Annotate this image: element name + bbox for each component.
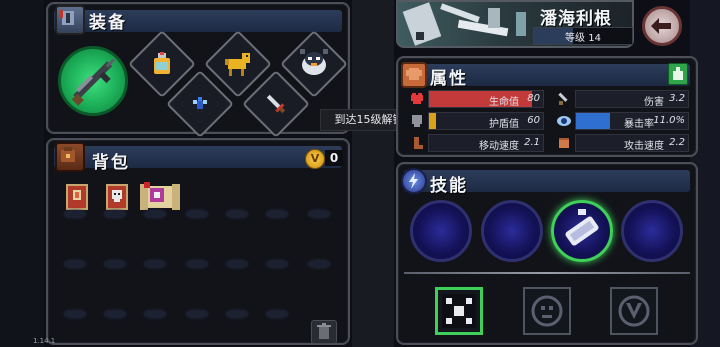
attr-health-label: 生命值: [489, 97, 519, 108]
empty-slot[interactable]: [104, 310, 126, 318]
attr-damage-value: 3.2: [669, 93, 685, 104]
dagger-icon: [252, 80, 300, 128]
attr-move-value: 2.1: [524, 137, 540, 148]
level-bar: 等级 14: [533, 27, 633, 45]
backpack-title: 背包: [92, 153, 130, 173]
back-button[interactable]: [642, 6, 682, 46]
empty-slot[interactable]: [144, 260, 166, 268]
attr-attack-speed: 攻击速度 2.2: [559, 134, 689, 152]
attr-crit-label: 暴击率: [624, 119, 654, 130]
sword-icon: [556, 91, 572, 107]
shield-icon: [409, 113, 425, 129]
eye-icon: [556, 113, 572, 129]
empty-slot[interactable]: [266, 260, 288, 268]
backpack-item-skull-book[interactable]: [104, 182, 130, 212]
attr-damage-label: 伤害: [644, 97, 664, 108]
red-book-icon: [66, 184, 88, 210]
attr-health: 生命值 80: [411, 90, 544, 108]
blue-fairy-icon: [176, 80, 224, 128]
attr-move-label: 移动速度: [479, 141, 519, 152]
empty-slot[interactable]: [186, 310, 208, 318]
skills-title: 技能: [430, 176, 468, 196]
empty-slot[interactable]: [144, 210, 166, 218]
flask-icon: [673, 67, 683, 80]
potion-shop-button[interactable]: [668, 63, 688, 85]
skill-slot-locked-2[interactable]: [610, 287, 658, 335]
currency-count: 0: [325, 150, 343, 166]
attr-health-value: 80: [527, 93, 540, 104]
skill-orb-1[interactable]: [410, 200, 472, 262]
v-rune-icon: [618, 295, 650, 327]
empty-slot[interactable]: [226, 310, 248, 318]
back-arrow-icon: [651, 18, 671, 34]
weapon-slot[interactable]: [58, 46, 128, 116]
empty-slot[interactable]: [64, 210, 86, 218]
backpack-item-potion-book[interactable]: [64, 182, 90, 212]
muscle-icon: [401, 62, 427, 88]
empty-slot[interactable]: [186, 210, 208, 218]
magic-scroll-icon: [140, 182, 180, 210]
numbered-rune-icon: [442, 294, 476, 328]
skill-slot-active[interactable]: [435, 287, 483, 335]
attr-crit: 暴击率 11.0%: [557, 112, 689, 130]
empty-slot[interactable]: [226, 210, 248, 218]
rifle-icon: [71, 58, 115, 106]
skill-orb-2[interactable]: [481, 200, 543, 262]
crit-fill: [576, 113, 610, 129]
lightning-icon: [401, 168, 427, 194]
shield-fill: [429, 113, 436, 129]
empty-slot[interactable]: [308, 260, 330, 268]
attr-shield-value: 60: [527, 115, 540, 126]
empty-slot[interactable]: [226, 260, 248, 268]
empty-slot[interactable]: [308, 210, 330, 218]
scroll-skill-icon: [565, 209, 599, 246]
attr-shield: 护盾值 60: [412, 112, 544, 130]
empty-slot[interactable]: [266, 310, 288, 318]
empty-slot[interactable]: [104, 260, 126, 268]
skill-orb-active[interactable]: [551, 200, 613, 262]
face-rune-icon: [531, 295, 563, 327]
empty-slot[interactable]: [104, 210, 126, 218]
attr-aspd-value: 2.2: [669, 137, 685, 148]
equipment-title: 装备: [89, 13, 127, 33]
empty-slot[interactable]: [144, 310, 166, 318]
hero-name: 潘海利根: [540, 9, 612, 29]
skills-divider: [404, 272, 690, 274]
empty-slot[interactable]: [64, 260, 86, 268]
attr-crit-value: 11.0%: [653, 115, 685, 126]
trash-button[interactable]: [311, 320, 337, 344]
skill-slot-locked-1[interactable]: [523, 287, 571, 335]
fist-icon: [556, 135, 572, 151]
backpack-icon: [55, 142, 85, 172]
level-label: 等级 14: [565, 33, 601, 44]
skull-book-icon: [106, 184, 128, 210]
bird-pet-icon: [290, 38, 338, 86]
center-background: [352, 0, 394, 347]
left-edge-background: [0, 0, 44, 347]
coin-icon: V: [305, 149, 325, 169]
attr-aspd-label: 攻击速度: [624, 141, 664, 152]
backpack-item-scroll[interactable]: [138, 180, 182, 214]
heart-icon: [409, 91, 425, 107]
attr-damage: 伤害 3.2: [558, 90, 689, 108]
helmet-icon: [55, 5, 85, 35]
attributes-title: 属性: [430, 69, 468, 89]
empty-slot[interactable]: [266, 210, 288, 218]
skill-orb-4[interactable]: [621, 200, 683, 262]
attr-shield-label: 护盾值: [489, 119, 519, 130]
empty-slot[interactable]: [186, 260, 208, 268]
empty-slot[interactable]: [64, 310, 86, 318]
boot-icon: [409, 135, 425, 151]
trash-icon: [317, 323, 331, 339]
attr-move-speed: 移动速度 2.1: [414, 134, 544, 152]
version-label: 1.14.1: [33, 337, 56, 345]
